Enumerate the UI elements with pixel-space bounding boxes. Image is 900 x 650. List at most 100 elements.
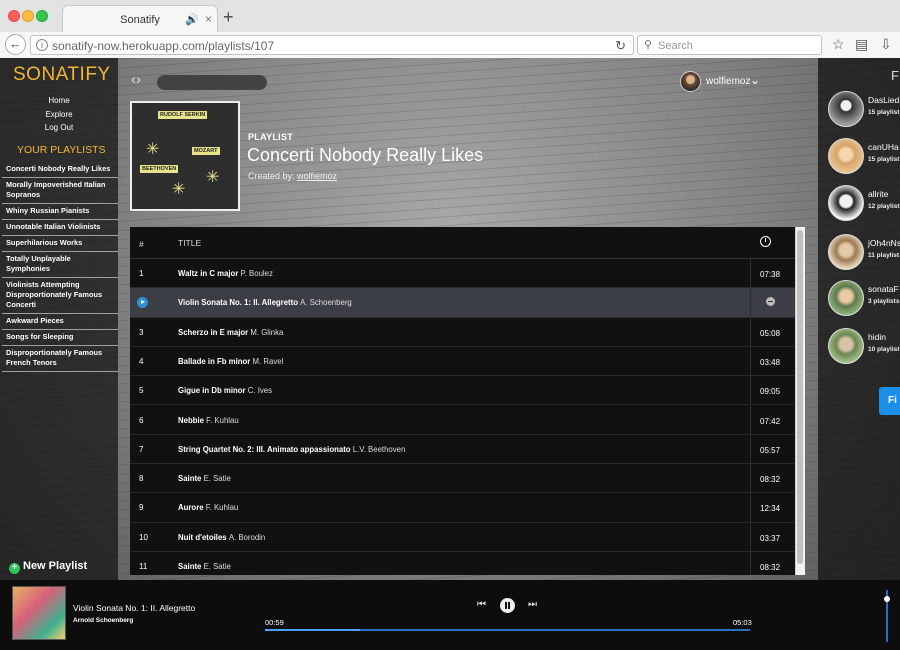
sidebar-playlist-item[interactable]: Songs for Sleeping [2,330,118,346]
track-artist[interactable]: P. Boulez [241,269,273,278]
search-icon: ⚲ [644,39,653,51]
pause-button[interactable] [500,598,515,613]
previous-track-button[interactable]: ⏮ [477,599,486,610]
track-title-cell[interactable]: Scherzo in E major M. Glinka [178,328,283,337]
friend-name[interactable]: jOh4nNs [868,238,900,248]
sidebar-playlist-item[interactable]: Superhilarious Works [2,236,118,252]
column-divider [750,464,751,493]
track-artist[interactable]: A. Schoenberg [300,298,352,307]
bookmark-star-icon[interactable]: ☆ [832,36,845,53]
track-number: 11 [139,562,148,571]
sidebar-playlist-item[interactable]: Awkward Pieces [2,314,118,330]
track-artist[interactable]: F. Kuhlau [206,416,239,425]
track-artist[interactable]: C. Ives [248,386,272,395]
progress-bar[interactable] [265,629,750,631]
friend-name[interactable]: DasLied [868,95,899,105]
sidebar-playlist-item[interactable]: Violinists Attempting Disproportionately… [2,278,118,314]
track-title-cell[interactable]: Gigue in Db minor C. Ives [178,386,272,395]
track-title-cell[interactable]: Sainte E. Satie [178,474,231,483]
table-row[interactable]: 11 Sainte E. Satie 08:32 [130,552,796,575]
track-artist[interactable]: E. Satie [204,474,231,483]
sidebar-playlist-item[interactable]: Morally Impoverished Italian Sopranos [2,178,118,204]
volume-handle[interactable] [884,596,890,603]
sidebar-playlist-item[interactable]: Unnotable Italian Violinists [2,220,118,236]
track-title-cell[interactable]: String Quartet No. 2: III. Animato appas… [178,445,405,454]
sidebar-playlist-item[interactable]: Disproportionately Famous French Tenors [2,346,118,372]
track-title-cell[interactable]: Waltz in C major P. Boulez [178,269,273,278]
scrollbar-thumb[interactable] [797,230,803,564]
nav-logout[interactable]: Log Out [0,123,118,132]
table-scrollbar[interactable] [795,227,805,575]
track-title-cell[interactable]: Nebbie F. Kuhlau [178,416,239,425]
chevron-right-icon[interactable]: › [136,71,141,88]
remove-track-icon[interactable] [766,297,775,307]
friend-item[interactable]: allrite 12 playlist [828,185,900,225]
minimize-window-button[interactable] [22,10,34,22]
friend-name[interactable]: canUHa [868,142,899,152]
track-artist[interactable]: M. Glinka [250,328,283,337]
url-text[interactable]: sonatify-now.herokuapp.com/playlists/107 [52,39,274,53]
track-artist[interactable]: M. Ravel [253,357,284,366]
table-row[interactable]: 1 Waltz in C major P. Boulez 07:38 [130,259,796,289]
browser-chrome: Sonatify 🔊 × + ← i sonatify-now.herokuap… [0,0,900,58]
track-artist[interactable]: A. Borodin [229,533,265,542]
track-duration: 08:32 [760,475,781,485]
track-title-cell[interactable]: Violin Sonata No. 1: II. Allegretto A. S… [178,298,352,307]
table-row[interactable]: Violin Sonata No. 1: II. Allegretto A. S… [130,288,796,318]
friend-item[interactable]: hidin 10 playlist [828,328,900,368]
track-duration: 07:42 [760,416,781,426]
friend-item[interactable]: jOh4nNs 11 playlist [828,234,900,274]
next-track-button[interactable]: ⏭ [528,599,537,610]
playing-icon[interactable] [137,297,148,309]
now-playing-title: Violin Sonata No. 1: II. Allegretto [73,603,196,613]
table-row[interactable]: 4 Ballade in Fb minor M. Ravel 03:48 [130,346,796,377]
friend-item[interactable]: sonataF 3 playlists [828,280,900,320]
download-icon[interactable]: ⇩ [880,36,892,53]
nav-home[interactable]: Home [0,96,118,105]
tab-close-icon[interactable]: × [205,12,212,26]
browser-search-input[interactable]: ⚲ Search [637,35,822,55]
table-row[interactable]: 10 Nuit d'etoiles A. Borodin 03:37 [130,522,796,552]
track-artist[interactable]: L.V. Beethoven [353,445,406,454]
browser-tab[interactable]: Sonatify 🔊 × [62,5,218,32]
friend-item[interactable]: DasLied 15 playlist [828,91,900,131]
table-row[interactable]: 5 Gigue in Db minor C. Ives 09:05 [130,376,796,406]
new-tab-button[interactable]: + [223,7,234,28]
address-bar[interactable]: i sonatify-now.herokuapp.com/playlists/1… [30,35,634,55]
track-title-cell[interactable]: Nuit d'etoiles A. Borodin [178,533,265,542]
sidebar-playlist-item[interactable]: Totally Unplayable Symphonies [2,252,118,278]
track-title: Nebbie [178,415,204,425]
sidebar-playlist-item[interactable]: Whiny Russian Pianists [2,204,118,220]
app-area: SONATIFY Home Explore Log Out YOUR PLAYL… [0,58,900,650]
close-window-button[interactable] [8,10,20,22]
find-friends-button[interactable]: Fi [879,387,900,415]
sidebar-playlist-item[interactable]: Concerti Nobody Really Likes [2,162,118,178]
friend-name[interactable]: allrite [868,189,888,199]
table-row[interactable]: 8 Sainte E. Satie 08:32 [130,464,796,494]
new-playlist-button[interactable]: + New Playlist [9,560,87,574]
track-artist[interactable]: F. Kuhlau [206,503,239,512]
app-search-input[interactable] [157,75,267,90]
friend-name[interactable]: hidin [868,332,886,342]
table-row[interactable]: 3 Scherzo in E major M. Glinka 05:08 [130,317,796,347]
track-title-cell[interactable]: Sainte E. Satie [178,562,231,571]
track-title-cell[interactable]: Ballade in Fb minor M. Ravel [178,357,283,366]
table-row[interactable]: 9 Aurore F. Kuhlau 12:34 [130,493,796,523]
friend-name[interactable]: sonataF [868,284,899,294]
back-button[interactable]: ← [5,34,26,55]
table-row[interactable]: 7 String Quartet No. 2: III. Animato appa… [130,434,796,465]
speaker-icon[interactable]: 🔊 [185,13,199,26]
header-title[interactable]: TITLE [178,238,201,248]
album-art-label: RUDOLF SERKIN [158,111,208,119]
zoom-window-button[interactable] [36,10,48,22]
reload-icon[interactable]: ↻ [615,38,626,54]
playlist-owner-link[interactable]: wolfiemoz [297,171,337,181]
track-artist[interactable]: E. Satie [204,562,231,571]
table-row[interactable]: 6 Nebbie F. Kuhlau 07:42 [130,405,796,435]
track-title-cell[interactable]: Aurore F. Kuhlau [178,503,238,512]
friend-item[interactable]: canUHa 15 playlist [828,138,900,178]
info-icon[interactable]: i [36,39,48,51]
nav-explore[interactable]: Explore [0,110,118,119]
reading-list-icon[interactable]: ▤ [855,36,868,53]
app-logo[interactable]: SONATIFY [13,64,111,86]
